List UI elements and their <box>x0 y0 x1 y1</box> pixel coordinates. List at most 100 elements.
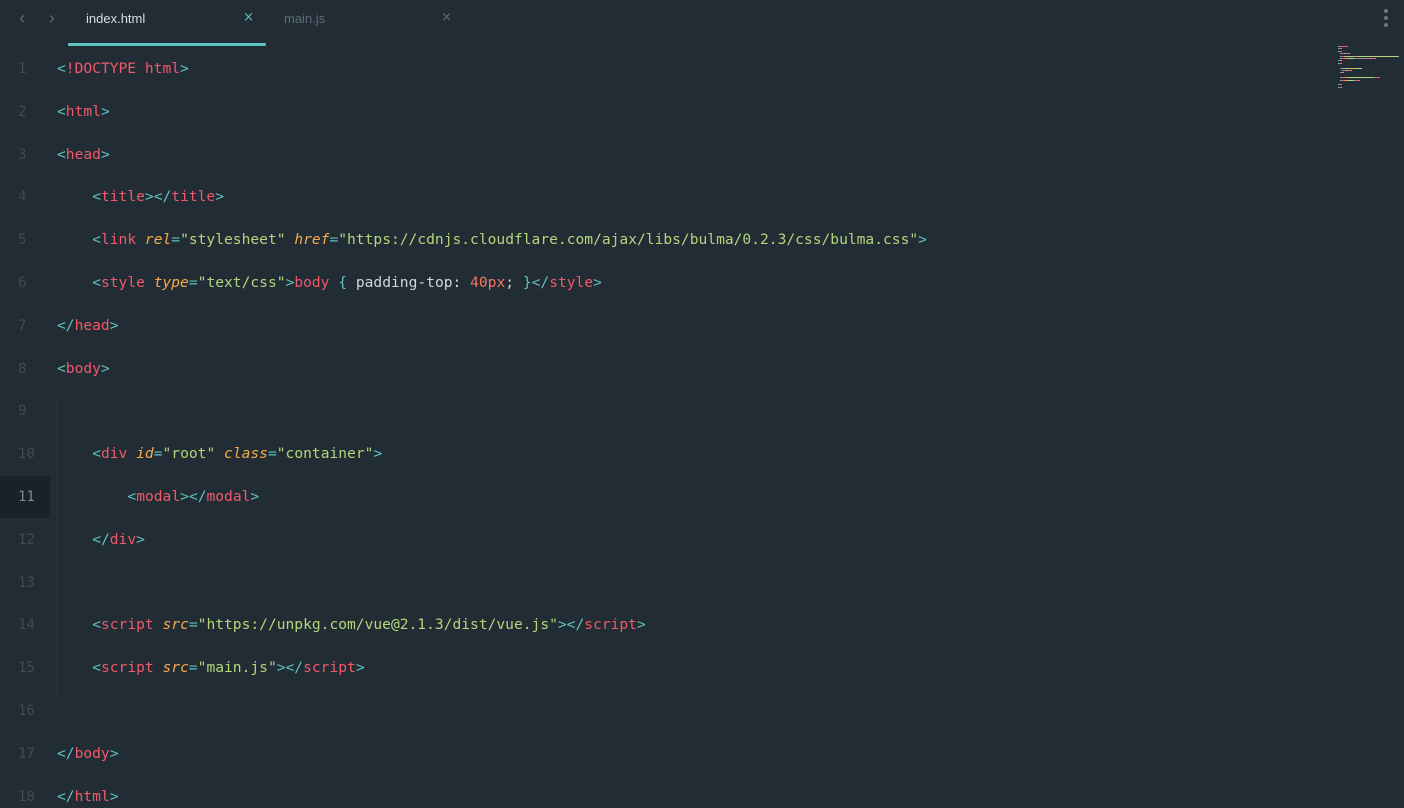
code-line[interactable]: 5 <link rel="stylesheet" href="https://cd… <box>0 219 1330 261</box>
code-token: "main.js" <box>197 659 277 677</box>
code-text: <div id="root" class="container"> <box>92 433 382 475</box>
code-text: <link rel="stylesheet" href="https://cdn… <box>92 219 927 261</box>
code-text: <modal></modal> <box>127 476 259 518</box>
code-line[interactable]: 17 </body> <box>0 733 1330 775</box>
code-token: > <box>918 231 927 249</box>
code-line[interactable]: 15 <script src="main.js"></script> <box>0 647 1330 689</box>
minimap-stroke <box>1359 58 1367 59</box>
code-text: <script src="main.js"></script> <box>92 647 364 689</box>
code-token: = <box>267 445 277 463</box>
minimap-stroke <box>1339 46 1347 47</box>
minimap-stroke <box>1341 60 1342 62</box>
code-token: = <box>188 616 198 634</box>
line-number: 2 <box>18 103 27 120</box>
code-token: < <box>92 274 101 291</box>
code-text: </head> <box>57 305 119 347</box>
minimap-stroke <box>1349 53 1350 55</box>
code-token: > <box>285 274 295 291</box>
code-token: > <box>109 787 119 805</box>
code-line[interactable]: 6 <style type="text/css">body { padding-t… <box>0 262 1330 304</box>
code-token: = <box>188 274 198 291</box>
code-token: > <box>100 102 110 120</box>
line-number: 16 <box>18 703 35 719</box>
code-line[interactable]: 12 </div> <box>0 519 1330 561</box>
code-token: body <box>294 274 330 291</box>
chevron-right-icon[interactable]: › <box>42 8 62 30</box>
code-text: <style type="text/css">body { padding-to… <box>92 262 602 304</box>
code-token: </ <box>57 787 75 805</box>
close-icon[interactable]: × <box>441 10 452 25</box>
minimap-stroke <box>1341 84 1342 86</box>
line-number: 4 <box>18 189 27 206</box>
code-token: style <box>100 274 154 291</box>
chevron-left-icon[interactable]: ‹ <box>12 8 32 30</box>
code-line[interactable]: 16 <box>0 690 1330 732</box>
code-token: < <box>57 145 66 163</box>
minimap-stroke <box>1348 77 1373 79</box>
active-tab-indicator <box>68 43 266 46</box>
code-line[interactable]: 1 <!DOCTYPE html> <box>0 48 1330 90</box>
code-token: !DOCTYPE html <box>65 60 181 77</box>
code-token: < <box>127 488 137 505</box>
code-token: title <box>100 188 145 206</box>
code-token: body <box>74 744 110 762</box>
code-token: < <box>57 359 66 377</box>
minimap-stroke <box>1341 62 1342 64</box>
code-token: class <box>224 445 268 463</box>
code-token: "https://unpkg.com/vue@2.1.3/dist/vue.js… <box>197 616 558 634</box>
more-options-icon[interactable] <box>1382 9 1390 31</box>
code-line[interactable]: 8 <body> <box>0 348 1330 390</box>
line-number: 3 <box>18 146 27 163</box>
minimap-stroke <box>1398 55 1399 57</box>
code-text: </html> <box>57 776 119 808</box>
code-line[interactable]: 9 <box>0 390 1330 432</box>
code-line[interactable]: 11 <modal></modal> <box>0 476 1330 518</box>
code-token: script <box>303 659 356 677</box>
code-token: < <box>57 60 66 77</box>
code-line[interactable]: 7 </head> <box>0 305 1330 347</box>
code-token: 40px <box>470 274 506 291</box>
code-text: <!DOCTYPE html> <box>57 48 189 90</box>
code-token: = <box>171 231 181 249</box>
code-token: html <box>74 787 110 805</box>
code-token: < <box>92 616 101 634</box>
code-token: href <box>294 231 330 249</box>
tab-index-html[interactable]: index.html × <box>68 0 266 46</box>
code-line[interactable]: 13 <box>0 562 1330 604</box>
minimap-stroke <box>1358 55 1398 57</box>
line-number: 7 <box>18 317 27 334</box>
code-editor[interactable]: 1 <!DOCTYPE html> 2 <html> 3 <head> 4 <title></… <box>0 48 1330 808</box>
minimap-stroke <box>1379 77 1380 79</box>
code-line[interactable]: 4 <title></title> <box>0 176 1330 218</box>
code-token: link <box>100 231 145 249</box>
minimap-stroke <box>1361 67 1362 69</box>
code-text: <head> <box>57 134 110 176</box>
line-number: 13 <box>18 574 35 591</box>
code-token: > <box>109 744 119 762</box>
line-number: 12 <box>18 531 35 548</box>
code-text: <title></title> <box>92 176 224 218</box>
minimap[interactable] <box>1336 46 1399 96</box>
tab-label: index.html <box>86 11 146 26</box>
code-token: < <box>92 231 101 249</box>
minimap-stroke <box>1347 55 1354 57</box>
code-token: > <box>250 488 260 505</box>
close-icon[interactable]: × <box>243 10 254 25</box>
code-line[interactable]: 14 <script src="https://unpkg.com/vue@2.1… <box>0 604 1330 646</box>
code-line[interactable]: 18 </html> <box>0 776 1330 808</box>
tab-main-js[interactable]: main.js × <box>266 0 464 46</box>
code-text: </div> <box>92 519 145 561</box>
line-number: 17 <box>18 745 35 762</box>
code-token: modal <box>136 488 181 505</box>
code-text: </body> <box>57 733 119 775</box>
code-line[interactable]: 10 <div id="root" class="container"> <box>0 433 1330 475</box>
code-line[interactable]: 2 <html> <box>0 91 1330 133</box>
minimap-stroke <box>1341 50 1342 52</box>
code-token: ></ <box>557 616 585 634</box>
code-line[interactable]: 3 <head> <box>0 134 1330 176</box>
code-token: head <box>74 316 110 334</box>
line-number: 18 <box>18 788 35 805</box>
code-token: </ <box>57 744 75 762</box>
